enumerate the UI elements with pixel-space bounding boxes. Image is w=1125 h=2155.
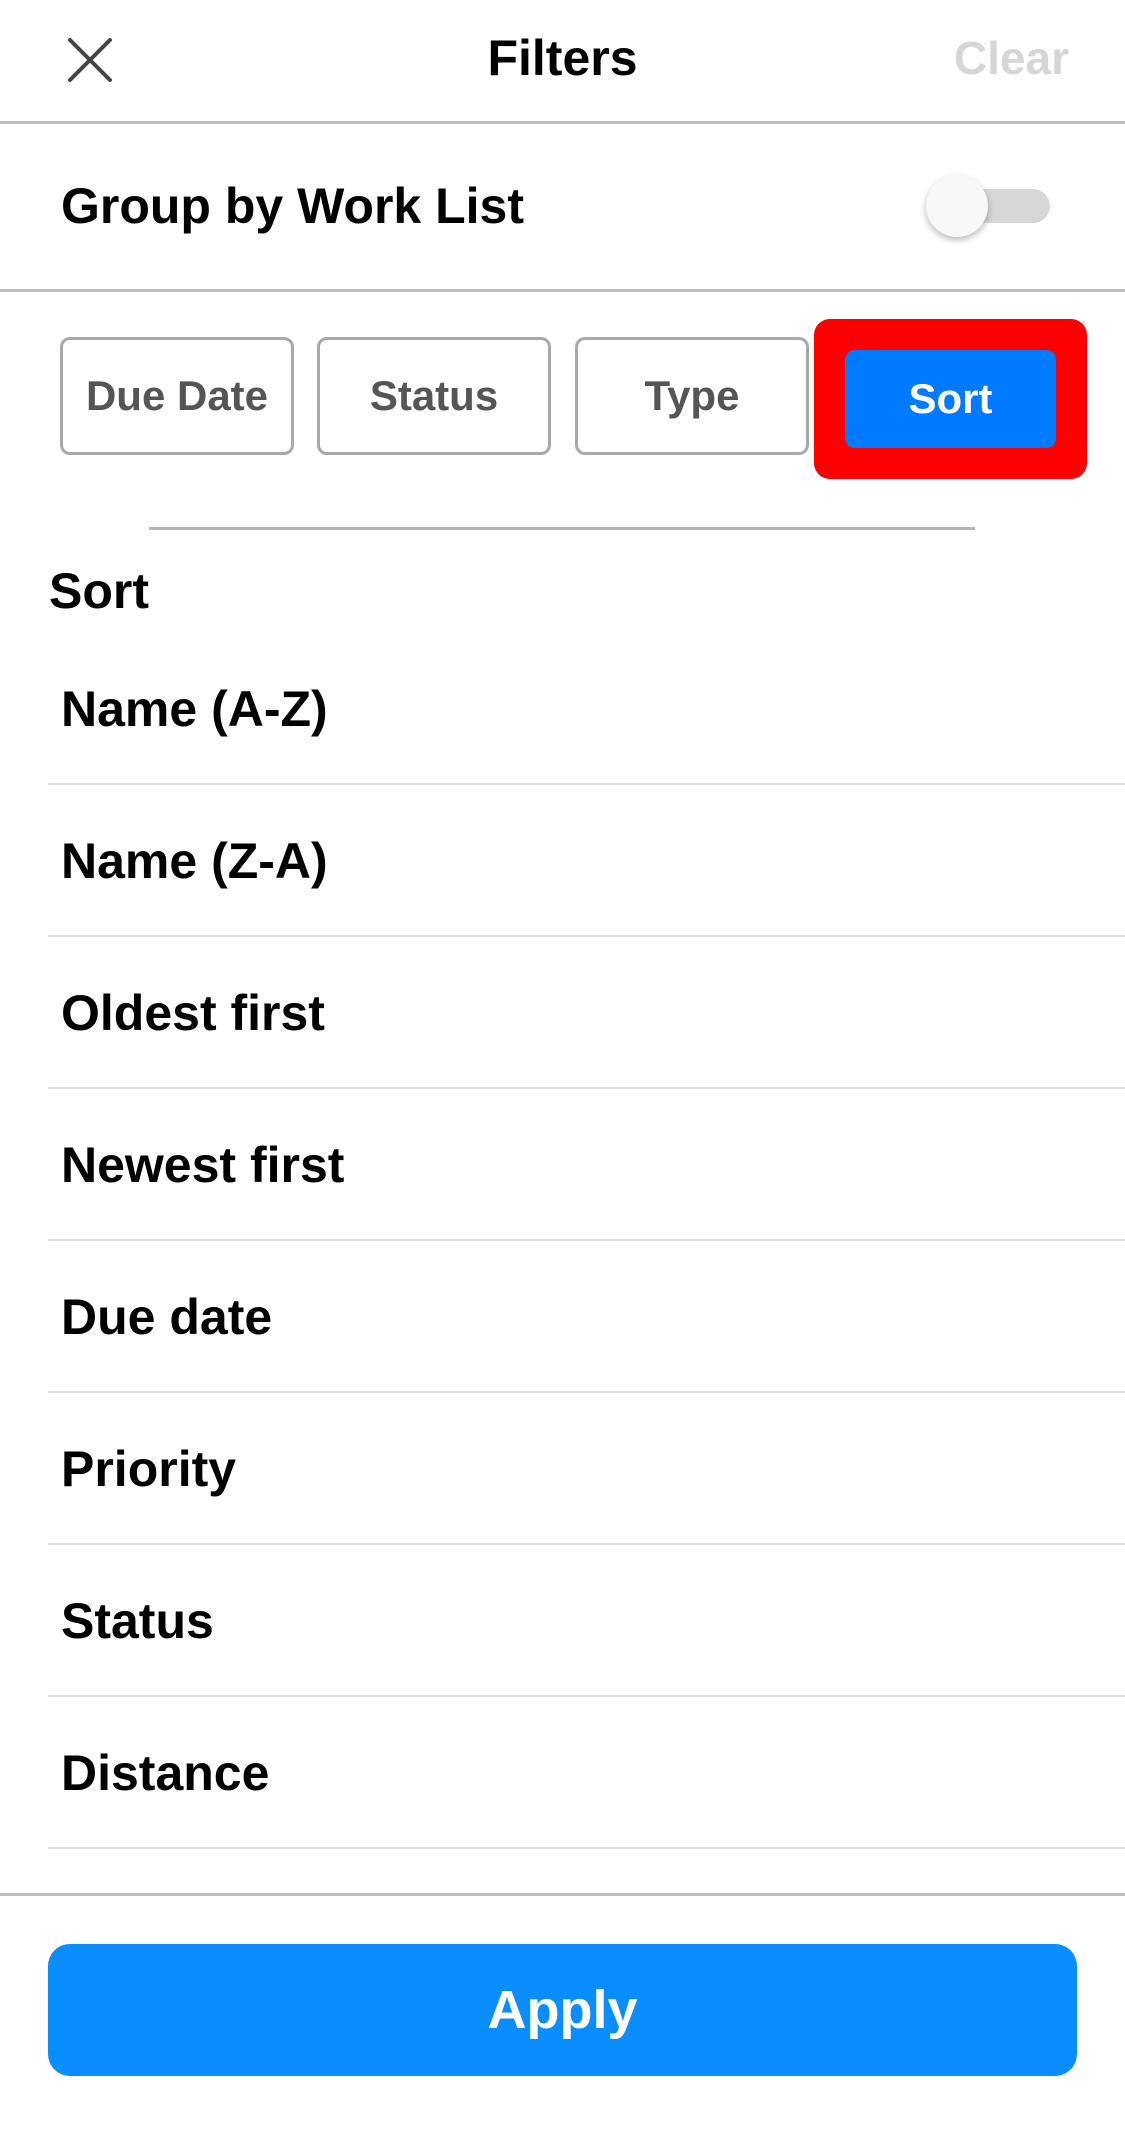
sort-option-label: Distance — [61, 1745, 270, 1801]
group-by-toggle[interactable] — [926, 175, 1052, 237]
sort-option-label: Oldest first — [61, 985, 325, 1041]
tab-status[interactable]: Status — [317, 337, 551, 455]
sort-section-title: Sort — [49, 563, 149, 619]
sort-option-label: Due date — [61, 1289, 273, 1345]
sort-option-oldest-first[interactable]: Oldest first — [48, 937, 1125, 1089]
header-bar: Filters Clear — [0, 0, 1125, 124]
section-divider — [149, 527, 975, 530]
sort-option-newest-first[interactable]: Newest first — [48, 1089, 1125, 1241]
sort-option-label: Newest first — [61, 1137, 345, 1193]
toggle-knob — [926, 175, 988, 237]
sort-option-name-a-z[interactable]: Name (A-Z) — [48, 633, 1125, 785]
sort-option-priority[interactable]: Priority — [48, 1393, 1125, 1545]
sort-option-label: Priority — [61, 1441, 237, 1497]
clear-button[interactable]: Clear — [954, 28, 1069, 88]
sort-option-label: Status — [61, 1593, 214, 1649]
sort-options-list: Name (A-Z) Name (Z-A) Oldest first Newes… — [48, 633, 1125, 1849]
sort-option-label: Name (Z-A) — [61, 833, 328, 889]
sort-option-status[interactable]: Status — [48, 1545, 1125, 1697]
sort-option-distance[interactable]: Distance — [48, 1697, 1125, 1849]
group-by-label: Group by Work List — [61, 178, 524, 234]
group-by-row: Group by Work List — [0, 124, 1125, 292]
footer-divider — [0, 1893, 1125, 1896]
tab-due-date[interactable]: Due Date — [60, 337, 294, 455]
sort-option-label: Name (A-Z) — [61, 681, 328, 737]
sort-option-due-date[interactable]: Due date — [48, 1241, 1125, 1393]
tab-type[interactable]: Type — [575, 337, 809, 455]
sort-option-name-z-a[interactable]: Name (Z-A) — [48, 785, 1125, 937]
apply-button[interactable]: Apply — [48, 1944, 1077, 2076]
tab-sort[interactable]: Sort — [845, 350, 1056, 448]
